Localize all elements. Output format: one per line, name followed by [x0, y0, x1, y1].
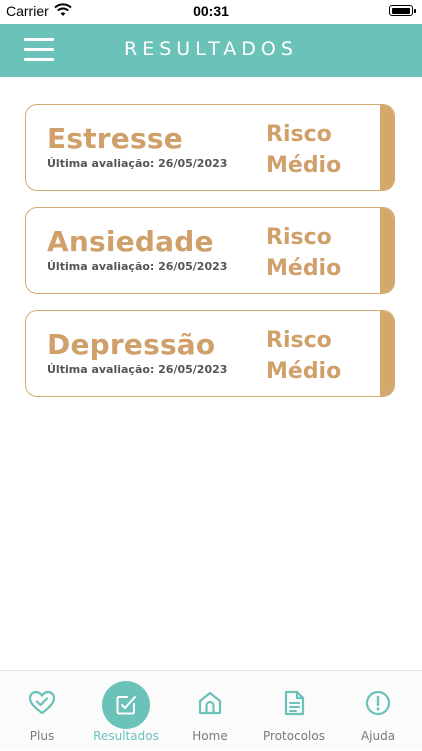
result-risk: Risco Médio [266, 119, 341, 181]
status-bar: Carrier 00:31 [0, 0, 422, 24]
tab-label: Resultados [93, 729, 159, 743]
card-accent [380, 208, 394, 293]
result-name: Ansiedade [47, 225, 214, 258]
result-name: Depressão [47, 328, 216, 361]
checkbox-edit-icon [116, 696, 136, 715]
risk-line-2: Médio [266, 153, 342, 178]
tab-resultados[interactable]: Resultados [84, 671, 168, 751]
battery-icon [389, 5, 416, 16]
result-last-eval: Última avaliação: 26/05/2023 [47, 157, 228, 170]
result-risk: Risco Médio [266, 325, 341, 387]
tab-label: Protocolos [263, 729, 325, 743]
risk-line-1: Risco [266, 225, 332, 250]
risk-line-2: Médio [266, 256, 342, 281]
document-icon [284, 690, 305, 716]
heart-check-icon [28, 690, 56, 715]
result-card-estresse[interactable]: Estresse Última avaliação: 26/05/2023 Ri… [25, 104, 395, 191]
tab-plus[interactable]: Plus [0, 671, 84, 751]
risk-line-2: Médio [266, 359, 342, 384]
result-risk: Risco Médio [266, 222, 341, 284]
tab-bar: Plus Resultados Home Protocolos Ajuda [0, 670, 422, 750]
status-time: 00:31 [193, 3, 229, 19]
tab-home[interactable]: Home [168, 671, 252, 751]
tab-ajuda[interactable]: Ajuda [336, 671, 420, 751]
result-last-eval: Última avaliação: 26/05/2023 [47, 260, 228, 273]
tab-label: Ajuda [360, 729, 396, 743]
risk-line-1: Risco [266, 122, 332, 147]
home-icon [198, 691, 222, 715]
result-card-ansiedade[interactable]: Ansiedade Última avaliação: 26/05/2023 R… [25, 207, 395, 294]
tab-protocolos[interactable]: Protocolos [252, 671, 336, 751]
tab-label: Plus [29, 729, 55, 743]
card-accent [380, 311, 394, 396]
card-accent [380, 105, 394, 190]
result-last-eval: Última avaliação: 26/05/2023 [47, 363, 228, 376]
result-card-depressao[interactable]: Depressão Última avaliação: 26/05/2023 R… [25, 310, 395, 397]
result-name: Estresse [47, 122, 183, 155]
alert-circle-icon [365, 690, 391, 716]
tab-label: Home [192, 729, 228, 743]
risk-line-1: Risco [266, 328, 332, 353]
app-header: RESULTADOS [0, 24, 422, 77]
page-title: RESULTADOS [124, 38, 298, 60]
